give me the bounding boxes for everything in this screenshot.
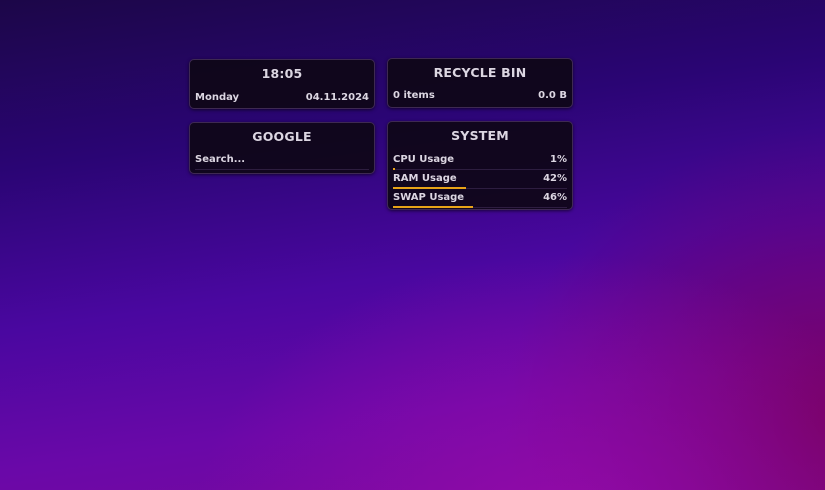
- swap-usage-label: SWAP Usage: [393, 192, 465, 203]
- swap-usage-value: 46%: [543, 192, 567, 203]
- system-title: SYSTEM: [451, 128, 509, 143]
- recycle-bin-info-row: 0 items 0.0 B: [393, 87, 567, 105]
- swap-usage-bar: [393, 206, 474, 208]
- recycle-bin-title: RECYCLE BIN: [433, 65, 527, 80]
- system-widget: SYSTEM CPU Usage 1% RAM Usage 42% SWAP U…: [387, 121, 573, 210]
- cpu-usage-label: CPU Usage: [393, 154, 455, 165]
- desktop: 18:05 Monday 04.11.2024 RECYCLE BIN 0 it…: [0, 0, 825, 490]
- recycle-bin-size: 0.0 B: [538, 90, 567, 101]
- clock-date: 04.11.2024: [305, 92, 369, 103]
- recycle-bin-items: 0 items: [393, 90, 435, 101]
- cpu-usage-value: 1%: [550, 154, 567, 165]
- clock-widget: 18:05 Monday 04.11.2024: [189, 59, 375, 109]
- ram-usage-value: 42%: [543, 173, 567, 184]
- clock-time: 18:05: [261, 66, 303, 81]
- google-title: GOOGLE: [252, 129, 312, 144]
- google-widget: GOOGLE Search...: [189, 122, 375, 174]
- clock-day: Monday: [195, 92, 240, 103]
- google-search-placeholder: Search...: [195, 154, 246, 165]
- google-search-input[interactable]: Search...: [195, 151, 369, 170]
- swap-usage-row: SWAP Usage 46%: [393, 189, 567, 208]
- ram-usage-row: RAM Usage 42%: [393, 170, 567, 189]
- cpu-usage-row: CPU Usage 1%: [393, 151, 567, 170]
- clock-date-row: Monday 04.11.2024: [195, 89, 369, 107]
- recycle-bin-widget[interactable]: RECYCLE BIN 0 items 0.0 B: [387, 58, 573, 108]
- ram-usage-label: RAM Usage: [393, 173, 457, 184]
